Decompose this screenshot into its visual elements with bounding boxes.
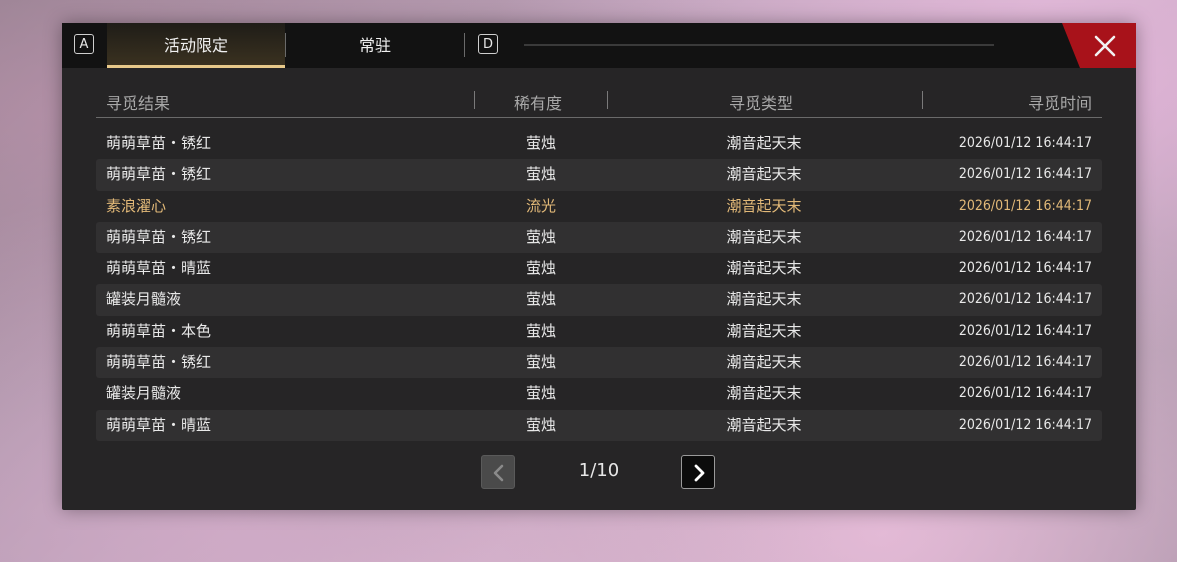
cell-time: 2026/01/12 16:44:17 [958, 354, 1092, 371]
table-row: 萌萌草苗・锈红 萤烛 潮音起天末 2026/01/12 16:44:17 [96, 159, 1102, 191]
key-hint-next-tab: D [478, 34, 498, 54]
cell-type: 潮音起天末 [726, 384, 802, 403]
close-button[interactable] [1062, 23, 1136, 68]
cell-type: 潮音起天末 [726, 415, 802, 434]
table-row: 罐装月髓液 萤烛 潮音起天末 2026/01/12 16:44:17 [96, 284, 1102, 316]
cell-type: 潮音起天末 [726, 290, 802, 309]
table-row: 罐装月髓液 萤烛 潮音起天末 2026/01/12 16:44:17 [96, 378, 1102, 409]
table-row: 萌萌草苗・锈红 萤烛 潮音起天末 2026/01/12 16:44:17 [96, 221, 1102, 254]
cell-time: 2026/01/12 16:44:17 [958, 385, 1092, 402]
history-table: 寻觅结果 稀有度 寻觅类型 寻觅时间 萌萌草苗・锈红 萤烛 潮音起天末 2026… [96, 83, 1102, 441]
table-body: 萌萌草苗・锈红 萤烛 潮音起天末 2026/01/12 16:44:17 萌萌草… [96, 128, 1102, 441]
cell-result: 罐装月髓液 [106, 290, 182, 309]
gacha-history-panel: A 活动限定 常驻 D 寻觅结果 稀有度 寻觅类型 寻觅时间 萌萌草苗・锈红 萤… [62, 23, 1136, 510]
cell-type: 潮音起天末 [726, 165, 802, 184]
cell-type: 潮音起天末 [726, 227, 802, 246]
close-icon [1094, 35, 1116, 57]
decorative-line [524, 44, 994, 46]
tab-divider [464, 33, 465, 57]
cell-rarity: 萤烛 [525, 134, 556, 152]
cell-result: 罐装月髓液 [106, 384, 182, 403]
cell-type: 潮音起天末 [726, 196, 802, 215]
prev-page-button[interactable] [481, 455, 515, 489]
cell-type: 潮音起天末 [726, 321, 802, 340]
table-row: 萌萌草苗・锈红 萤烛 潮音起天末 2026/01/12 16:44:17 [96, 128, 1102, 159]
cell-time: 2026/01/12 16:44:17 [958, 197, 1092, 214]
cell-time: 2026/01/12 16:44:17 [958, 228, 1092, 245]
table-row: 萌萌草苗・锈红 萤烛 潮音起天末 2026/01/12 16:44:17 [96, 347, 1102, 379]
cell-result: 萌萌草苗・本色 [106, 321, 212, 340]
cell-rarity: 萤烛 [525, 227, 556, 246]
cell-rarity: 萤烛 [525, 321, 556, 340]
tab-limited-event[interactable]: 活动限定 [107, 23, 285, 68]
table-row: 萌萌草苗・本色 萤烛 潮音起天末 2026/01/12 16:44:17 [96, 316, 1102, 347]
cell-result: 萌萌草苗・锈红 [106, 165, 212, 184]
cell-result: 萌萌草苗・锈红 [106, 353, 212, 372]
cell-result: 萌萌草苗・晴蓝 [106, 415, 212, 434]
cell-rarity: 萤烛 [525, 415, 556, 434]
cell-rarity: 萤烛 [525, 259, 556, 278]
cell-time: 2026/01/12 16:44:17 [958, 260, 1092, 277]
cell-time: 2026/01/12 16:44:17 [958, 322, 1092, 339]
cell-type: 潮音起天末 [726, 353, 802, 372]
cell-time: 2026/01/12 16:44:17 [958, 166, 1092, 183]
header-separator [922, 91, 923, 109]
cell-type: 潮音起天末 [726, 259, 802, 278]
next-page-button[interactable] [681, 455, 715, 489]
cell-rarity: 萤烛 [525, 384, 556, 403]
table-row-highlighted: 素浪濯心 流光 潮音起天末 2026/01/12 16:44:17 [96, 191, 1102, 222]
header-rarity: 稀有度 [514, 94, 563, 113]
tab-standard[interactable]: 常驻 [286, 23, 464, 68]
page-indicator: 1/10 [578, 460, 620, 481]
cell-rarity: 流光 [525, 196, 556, 215]
header-time: 寻觅时间 [1027, 94, 1092, 113]
table-row: 萌萌草苗・晴蓝 萤烛 潮音起天末 2026/01/12 16:44:17 [96, 253, 1102, 284]
header-separator [607, 91, 608, 109]
cell-time: 2026/01/12 16:44:17 [958, 416, 1092, 433]
header-result: 寻觅结果 [106, 94, 171, 113]
table-header: 寻觅结果 稀有度 寻觅类型 寻觅时间 [96, 83, 1102, 118]
cell-rarity: 萤烛 [525, 165, 556, 184]
cell-result: 萌萌草苗・锈红 [106, 134, 212, 152]
pagination: 1/10 [62, 455, 1136, 489]
cell-result: 萌萌草苗・晴蓝 [106, 259, 212, 278]
chevron-right-icon [694, 464, 705, 482]
cell-rarity: 萤烛 [525, 353, 556, 372]
tab-bar: A 活动限定 常驻 D [62, 23, 1136, 68]
header-type: 寻觅类型 [729, 94, 794, 113]
cell-time: 2026/01/12 16:44:17 [958, 291, 1092, 308]
table-row: 萌萌草苗・晴蓝 萤烛 潮音起天末 2026/01/12 16:44:17 [96, 409, 1102, 441]
key-hint-prev-tab: A [74, 34, 94, 54]
header-separator [474, 91, 475, 109]
cell-result: 素浪濯心 [106, 196, 167, 215]
chevron-left-icon [493, 464, 504, 482]
cell-rarity: 萤烛 [525, 290, 556, 309]
cell-result: 萌萌草苗・锈红 [106, 227, 212, 246]
cell-time: 2026/01/12 16:44:17 [958, 135, 1092, 151]
cell-type: 潮音起天末 [726, 134, 802, 152]
